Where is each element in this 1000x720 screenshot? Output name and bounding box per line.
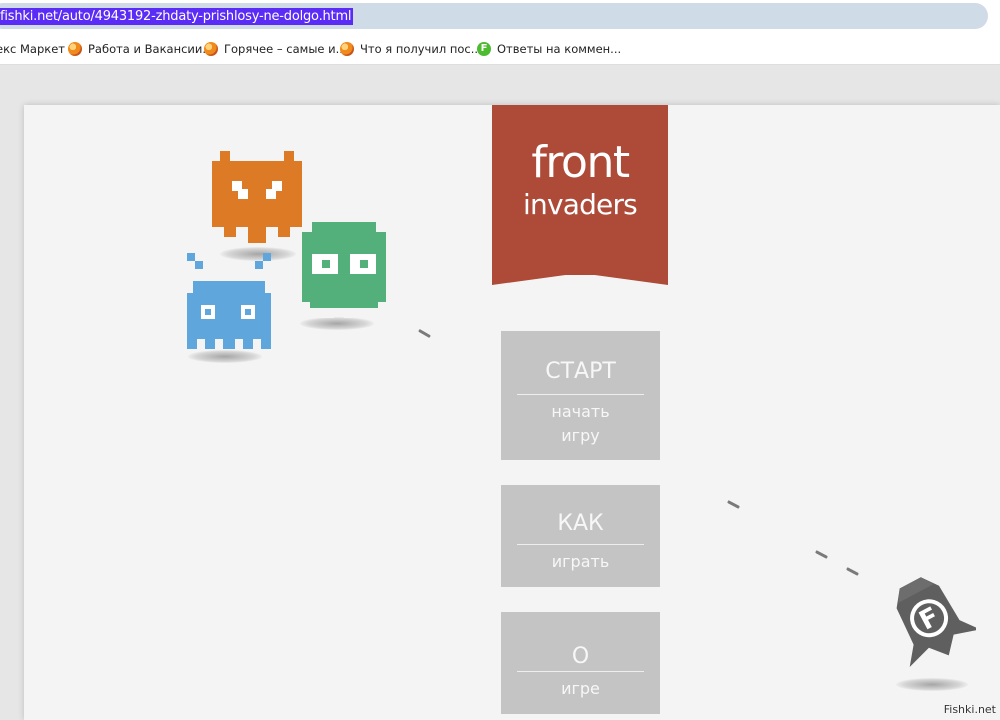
orange-ball-icon [68, 42, 82, 56]
url-text[interactable]: fishki.net/auto/4943192-zhdaty-prishlosy… [0, 8, 354, 25]
bookmark-label: Ответы на коммен... [497, 42, 622, 56]
watermark: Fishki.net [943, 703, 996, 716]
url-field[interactable]: fishki.net/auto/4943192-zhdaty-prishlosy… [0, 3, 988, 29]
green-invader [302, 222, 386, 318]
orange-invader [212, 151, 302, 247]
projectile [727, 500, 740, 509]
logo-banner: front invaders [492, 105, 668, 275]
address-bar: fishki.net/auto/4943192-zhdaty-prishlosy… [0, 0, 1000, 34]
logo-text-front: front [531, 137, 630, 188]
game-screen: front invaders СТАРТ начать игру КАК игр… [24, 105, 1000, 720]
how-title: КАК [557, 511, 604, 536]
about-subtitle: игре [561, 679, 600, 698]
orange-ball-icon [340, 42, 354, 56]
button-divider [517, 394, 644, 395]
bookmark-label: екс Маркет [0, 42, 65, 56]
logo-text-invaders: invaders [523, 188, 638, 221]
bookmark-label: Что я получил пос... [360, 42, 482, 56]
start-subtitle-line-2: игру [561, 426, 600, 445]
about-title: О [571, 644, 590, 669]
green-f-icon: F [477, 42, 491, 56]
button-divider [517, 671, 644, 672]
start-subtitle-line-1: начать [551, 402, 610, 421]
ship-shadow [896, 678, 968, 691]
start-title: СТАРТ [545, 359, 616, 384]
how-to-play-button[interactable]: КАК играть [501, 485, 660, 587]
bookmarks-bar: екс Маркет Работа и Вакансии... Горячее … [0, 34, 1000, 65]
bookmark-label: Работа и Вакансии... [88, 42, 214, 56]
projectile [815, 550, 828, 559]
player-ship: F [896, 577, 976, 668]
how-subtitle: играть [551, 552, 610, 571]
logo-banner-tail [492, 273, 668, 285]
orange-ball-icon [204, 42, 218, 56]
blue-invader [187, 253, 271, 349]
start-button[interactable]: СТАРТ начать игру [501, 331, 660, 460]
button-divider [517, 544, 644, 545]
page-viewport: front invaders СТАРТ начать игру КАК игр… [0, 65, 1000, 720]
invader-shadow [300, 317, 374, 330]
projectile [418, 328, 431, 339]
bookmark-label: Горячее – самые и... [224, 42, 347, 56]
about-button[interactable]: О игре [501, 612, 660, 714]
invader-shadow [188, 350, 262, 363]
projectile [846, 567, 859, 576]
